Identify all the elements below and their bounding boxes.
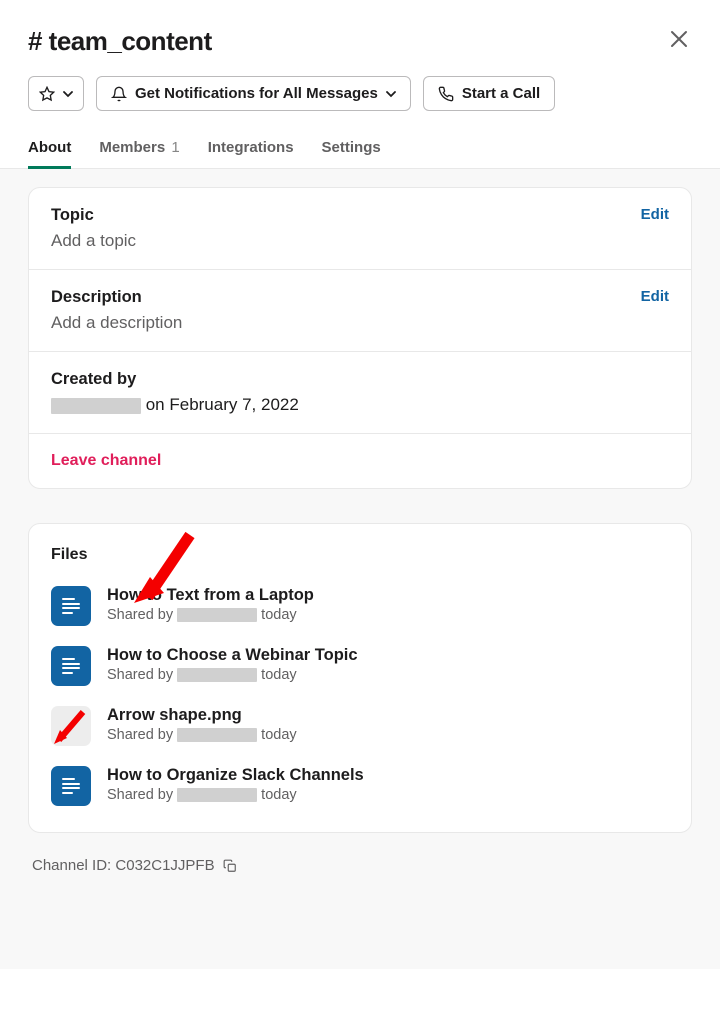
file-row[interactable]: How to Organize Slack Channels Shared by… bbox=[51, 766, 669, 806]
tabs: About Members 1 Integrations Settings bbox=[0, 129, 720, 169]
redacted-creator-name bbox=[51, 398, 141, 414]
topic-label: Topic bbox=[51, 206, 669, 225]
created-date: on February 7, 2022 bbox=[141, 395, 299, 414]
start-call-button[interactable]: Start a Call bbox=[423, 76, 555, 111]
tab-integrations[interactable]: Integrations bbox=[208, 129, 294, 168]
redacted-user bbox=[177, 668, 257, 682]
redacted-user bbox=[177, 608, 257, 622]
topic-section[interactable]: Edit Topic Add a topic bbox=[29, 188, 691, 270]
file-name: How to Text from a Laptop bbox=[107, 586, 314, 605]
leave-channel-button[interactable]: Leave channel bbox=[29, 434, 691, 488]
about-card: Edit Topic Add a topic Edit Description … bbox=[28, 187, 692, 489]
tab-members-count: 1 bbox=[171, 139, 179, 156]
tab-settings[interactable]: Settings bbox=[322, 129, 381, 168]
file-row[interactable]: Arrow shape.png Shared by today bbox=[51, 706, 669, 746]
document-icon bbox=[51, 646, 91, 686]
file-name: How to Choose a Webinar Topic bbox=[107, 646, 358, 665]
tab-about[interactable]: About bbox=[28, 129, 71, 168]
redacted-user bbox=[177, 788, 257, 802]
file-row[interactable]: How to Text from a Laptop Shared by toda… bbox=[51, 586, 669, 626]
document-icon bbox=[51, 766, 91, 806]
close-icon[interactable] bbox=[666, 24, 692, 58]
redacted-user bbox=[177, 728, 257, 742]
image-thumbnail-icon bbox=[51, 706, 91, 746]
chevron-down-icon bbox=[386, 89, 396, 99]
description-label: Description bbox=[51, 288, 669, 307]
call-label: Start a Call bbox=[462, 85, 540, 102]
created-by-label: Created by bbox=[51, 370, 669, 389]
files-card: Files How to Text from a Laptop Shared b… bbox=[28, 523, 692, 833]
notifications-label: Get Notifications for All Messages bbox=[135, 85, 378, 102]
file-meta: Shared by today bbox=[107, 727, 297, 743]
file-meta: Shared by today bbox=[107, 607, 314, 623]
file-name: How to Organize Slack Channels bbox=[107, 766, 364, 785]
notifications-button[interactable]: Get Notifications for All Messages bbox=[96, 76, 411, 111]
file-meta: Shared by today bbox=[107, 667, 358, 683]
bell-icon bbox=[111, 86, 127, 102]
description-section[interactable]: Edit Description Add a description bbox=[29, 270, 691, 352]
channel-title: # team_content bbox=[28, 26, 212, 57]
edit-description-link[interactable]: Edit bbox=[641, 288, 669, 305]
description-placeholder: Add a description bbox=[51, 313, 669, 333]
tab-members[interactable]: Members 1 bbox=[99, 129, 179, 168]
star-button[interactable] bbox=[28, 76, 84, 111]
chevron-down-icon bbox=[63, 89, 73, 99]
file-meta: Shared by today bbox=[107, 787, 364, 803]
channel-id-label: Channel ID: bbox=[32, 857, 115, 874]
document-icon bbox=[51, 586, 91, 626]
topic-placeholder: Add a topic bbox=[51, 231, 669, 251]
copy-icon[interactable] bbox=[223, 859, 237, 873]
created-by-section: Created by on February 7, 2022 bbox=[29, 352, 691, 434]
channel-id-value: C032C1JJPFB bbox=[115, 857, 214, 874]
edit-topic-link[interactable]: Edit bbox=[641, 206, 669, 223]
phone-icon bbox=[438, 86, 454, 102]
files-title: Files bbox=[51, 546, 669, 564]
file-name: Arrow shape.png bbox=[107, 706, 297, 725]
file-row[interactable]: How to Choose a Webinar Topic Shared by … bbox=[51, 646, 669, 686]
tab-members-label: Members bbox=[99, 139, 165, 156]
channel-id-row: Channel ID: C032C1JJPFB bbox=[28, 857, 692, 874]
star-icon bbox=[39, 86, 55, 102]
